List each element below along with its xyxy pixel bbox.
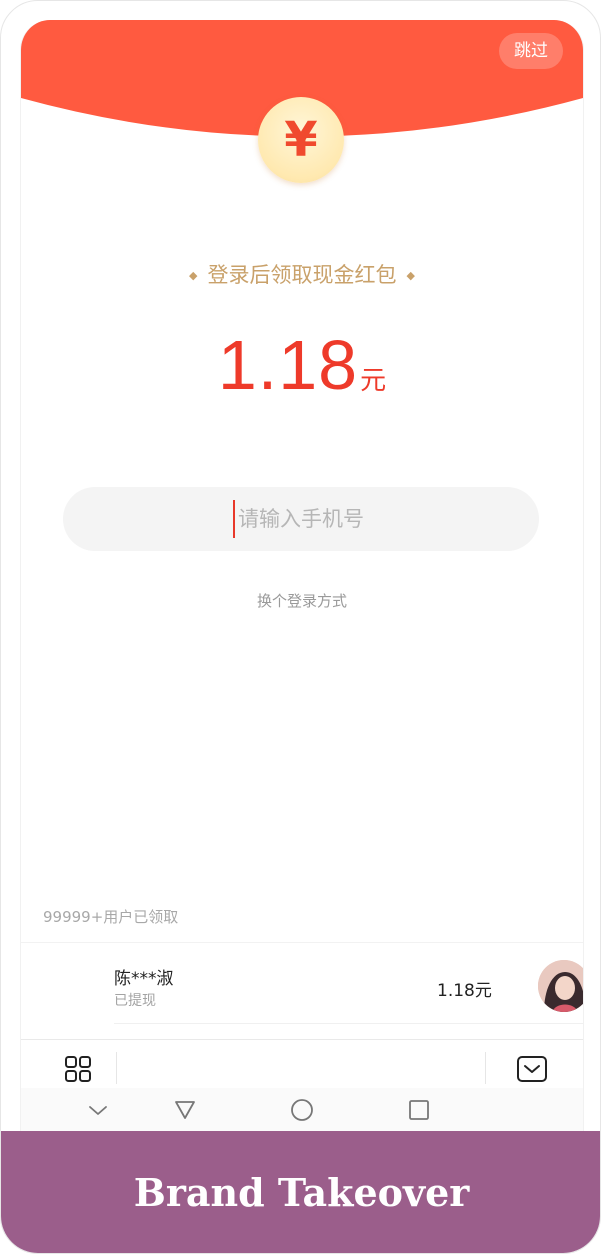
text-cursor: [233, 500, 235, 538]
users-claimed-count: 99999+用户已领取: [43, 908, 179, 926]
app-screen: 跳过 ¥ ◆ 登录后领取现金红包 ◆ 1.18元 换个登录方式 99999+用户已领…: [20, 20, 584, 1131]
claim-row-status: 已提现: [114, 993, 156, 1009]
diamond-right-icon: ◆: [406, 269, 415, 282]
cash-amount-unit: 元: [360, 366, 387, 396]
divider: [116, 1052, 117, 1084]
claim-row-name: 陈***淑: [114, 969, 174, 989]
grid-icon[interactable]: [64, 1055, 92, 1083]
phone-number-input[interactable]: [63, 487, 539, 551]
diamond-left-icon: ◆: [189, 269, 198, 282]
yuan-coin-icon: ¥: [258, 97, 344, 183]
device-frame: 跳过 ¥ ◆ 登录后领取现金红包 ◆ 1.18元 换个登录方式 99999+用户已领…: [0, 0, 601, 1254]
divider: [114, 1023, 583, 1024]
cash-amount-value: 1.18: [217, 326, 359, 404]
system-navigation-bar: [21, 1088, 583, 1131]
recents-icon[interactable]: [406, 1097, 432, 1123]
switch-login-method-link[interactable]: 换个登录方式: [21, 590, 583, 611]
coin-symbol: ¥: [284, 112, 318, 168]
brand-takeover-banner[interactable]: Brand Takeover: [1, 1131, 600, 1253]
claim-row-amount: 1.18元: [437, 981, 492, 1001]
banner-text: Brand Takeover: [133, 1170, 470, 1215]
promo-subtitle-row: ◆ 登录后领取现金红包 ◆: [21, 258, 583, 292]
divider: [21, 942, 583, 943]
skip-button[interactable]: 跳过: [499, 33, 563, 69]
chevron-down-box-icon[interactable]: [516, 1055, 548, 1083]
chevron-down-icon[interactable]: [85, 1097, 111, 1123]
back-icon[interactable]: [172, 1097, 198, 1123]
home-icon[interactable]: [289, 1097, 315, 1123]
cash-amount: 1.18元: [21, 325, 583, 405]
bottom-toolbar: [21, 1039, 583, 1088]
avatar: [538, 960, 583, 1012]
divider: [485, 1052, 486, 1084]
promo-subtitle: 登录后领取现金红包: [207, 263, 397, 287]
